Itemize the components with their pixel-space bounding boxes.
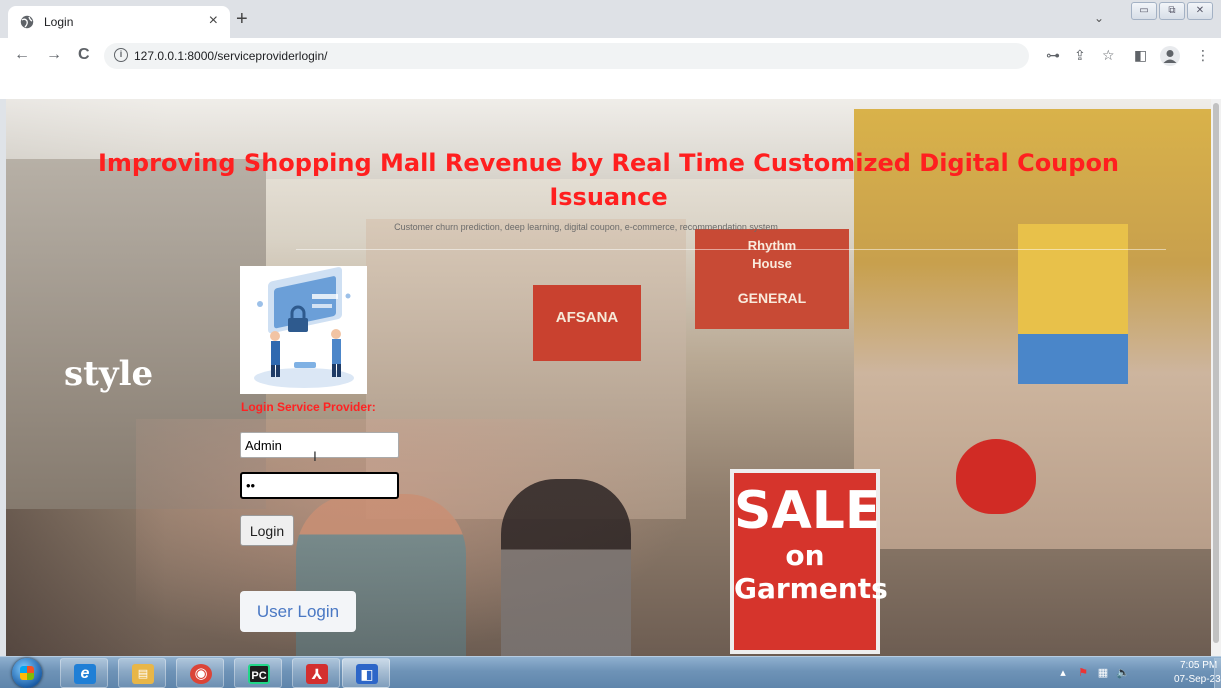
acrobat-icon: ⅄ xyxy=(306,664,328,684)
maximize-button[interactable]: ⧉ xyxy=(1159,2,1185,20)
back-icon[interactable]: ← xyxy=(14,46,30,64)
address-bar[interactable]: i 127.0.0.1:8000/serviceproviderlogin/ xyxy=(104,43,1029,69)
clock-time[interactable]: 7:05 PM xyxy=(1180,660,1217,671)
tray-expand-icon[interactable]: ▴ xyxy=(1056,666,1070,680)
close-window-button[interactable]: ✕ xyxy=(1187,2,1213,20)
taskbar-app-acrobat[interactable]: ⅄ xyxy=(292,658,340,688)
tab-close-icon[interactable]: × xyxy=(209,12,218,30)
profile-avatar-icon[interactable] xyxy=(1160,46,1180,66)
forward-icon[interactable]: → xyxy=(46,46,62,64)
globe-icon xyxy=(20,15,34,29)
divider xyxy=(296,249,1166,250)
action-center-flag-icon[interactable]: ⚑ xyxy=(1076,666,1090,680)
reload-icon[interactable]: C xyxy=(78,46,90,64)
side-panel-icon[interactable]: ◧ xyxy=(1134,47,1147,63)
taskbar-app-chrome[interactable]: ◉ xyxy=(176,658,224,688)
system-tray: ▴ ⚑ ▦ 🔈 xyxy=(1050,658,1170,688)
password-input[interactable] xyxy=(240,472,399,499)
general-sign: GENERAL xyxy=(737,290,807,306)
page-top-band xyxy=(0,74,1221,99)
username-input[interactable] xyxy=(240,432,399,458)
minimize-button[interactable]: ▭ xyxy=(1131,2,1157,20)
sale-sign: SALE on Garments xyxy=(730,469,888,654)
internet-explorer-icon: e xyxy=(74,664,96,684)
browser-toolbar: ← → C i 127.0.0.1:8000/serviceproviderlo… xyxy=(0,38,1221,74)
bookmark-star-icon[interactable]: ☆ xyxy=(1102,47,1115,63)
browser-tab-strip: Login × + ⌄ ▭ ⧉ ✕ xyxy=(0,0,1221,38)
browser-menu-icon[interactable]: ⋮ xyxy=(1196,47,1210,63)
tab-search-icon[interactable]: ⌄ xyxy=(1094,11,1104,25)
new-tab-button[interactable]: + xyxy=(236,9,248,29)
tab-title: Login xyxy=(44,15,74,29)
share-icon[interactable]: ⇪ xyxy=(1074,47,1086,63)
yellow-display-panel xyxy=(1018,224,1128,334)
taskbar-app-file-explorer[interactable]: ▤ xyxy=(118,658,166,688)
windows-taskbar: e ▤ ◉ PC ⅄ ◧ ▴ ⚑ ▦ 🔈 7:05 PM 07-Sep-23 xyxy=(0,656,1221,688)
folder-icon: ▤ xyxy=(132,664,154,684)
page-title: Improving Shopping Mall Revenue by Real … xyxy=(97,149,1120,211)
site-info-icon[interactable]: i xyxy=(114,48,128,62)
show-desktop-button[interactable] xyxy=(1214,658,1221,688)
style-sign: style xyxy=(64,354,154,394)
text-cursor-icon: I xyxy=(313,448,317,464)
blue-display-panel xyxy=(1018,334,1128,384)
tab-login[interactable]: Login × xyxy=(8,6,230,38)
user-login-button[interactable]: User Login xyxy=(240,591,356,632)
rhythm-house-sign: Rhythm House GENERAL xyxy=(695,229,849,329)
taskbar-app-internet-explorer[interactable]: e xyxy=(60,658,108,688)
snipping-tool-icon: ◧ xyxy=(356,664,378,684)
rhythm-sign-line1: Rhythm xyxy=(747,238,797,253)
login-heading: Login Service Provider: xyxy=(241,400,376,414)
afsana-sign: AFSANA xyxy=(533,285,641,361)
windows-logo-icon xyxy=(20,666,34,680)
rhythm-sign-line2: House xyxy=(752,256,792,271)
taskbar-app-snipping-tool[interactable]: ◧ xyxy=(342,658,390,688)
chrome-icon: ◉ xyxy=(190,664,212,684)
login-illustration xyxy=(240,266,367,394)
login-button[interactable]: Login xyxy=(240,515,294,546)
window-controls: ▭ ⧉ ✕ xyxy=(1131,2,1213,22)
taskbar-app-pycharm[interactable]: PC xyxy=(234,658,282,688)
page-scrollbar[interactable] xyxy=(1211,99,1221,656)
pycharm-icon: PC xyxy=(248,664,270,684)
volume-icon[interactable]: 🔈 xyxy=(1116,666,1130,680)
url-text[interactable]: 127.0.0.1:8000/serviceproviderlogin/ xyxy=(134,49,327,63)
angry-bird-poster xyxy=(956,439,1036,514)
sale-on: on xyxy=(785,539,825,572)
sale-garments: Garments xyxy=(734,572,888,605)
password-key-icon[interactable]: ⊶ xyxy=(1046,47,1060,63)
shopper-girl xyxy=(501,479,631,656)
page-subtitle: Customer churn prediction, deep learning… xyxy=(394,222,778,232)
sale-word: SALE xyxy=(734,481,881,541)
network-icon[interactable]: ▦ xyxy=(1096,666,1110,680)
page-background: style AFSANA Rhythm House GENERAL SALE o… xyxy=(6,99,1211,656)
